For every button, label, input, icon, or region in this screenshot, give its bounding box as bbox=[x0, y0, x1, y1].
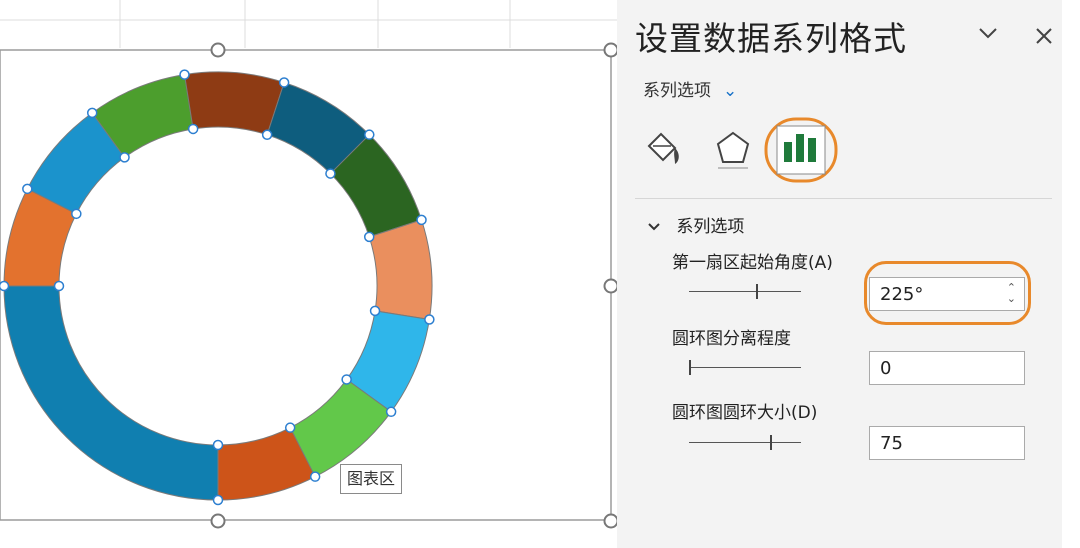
resize-handle[interactable] bbox=[210, 42, 226, 58]
slider-track bbox=[689, 367, 801, 368]
donut-explosion-spinner[interactable]: 0 bbox=[869, 351, 1025, 385]
series-options-section-header[interactable]: 系列选项 bbox=[647, 212, 744, 237]
donut-explosion-slider[interactable] bbox=[689, 358, 801, 378]
fill-line-icon[interactable] bbox=[639, 124, 691, 176]
selection-point bbox=[363, 231, 375, 243]
selection-point bbox=[119, 152, 130, 163]
resize-handle[interactable] bbox=[210, 513, 226, 529]
spreadsheet-grid bbox=[0, 0, 617, 48]
resize-handle[interactable] bbox=[603, 278, 619, 294]
slider-thumb[interactable] bbox=[689, 360, 691, 375]
selection-point bbox=[278, 77, 290, 88]
selection-point bbox=[416, 214, 427, 226]
spinner-value: 0 bbox=[880, 358, 892, 379]
pane-divider bbox=[635, 198, 1052, 199]
selection-point bbox=[325, 168, 336, 179]
resize-handle[interactable] bbox=[603, 42, 619, 58]
resize-handle[interactable] bbox=[603, 513, 619, 529]
start-angle-spinner[interactable]: 225° ⌃ ⌄ bbox=[869, 277, 1025, 311]
selection-point bbox=[261, 129, 273, 141]
spinner-value: 225° bbox=[880, 284, 924, 305]
hole-size-label: 圆环图圆环大小(D) bbox=[672, 403, 818, 423]
spinner-arrows-icon[interactable]: ⌃ ⌄ bbox=[1007, 282, 1016, 304]
chevron-down-icon bbox=[647, 217, 676, 237]
selection-point bbox=[424, 314, 435, 325]
selection-point bbox=[53, 280, 65, 292]
slider-track bbox=[689, 291, 801, 292]
dropdown-label: 系列选项 bbox=[643, 81, 711, 101]
selection-point bbox=[364, 129, 375, 140]
chevron-down-icon[interactable] bbox=[977, 22, 999, 50]
hole-size-slider[interactable] bbox=[689, 433, 801, 453]
selection-point bbox=[187, 123, 199, 135]
close-icon[interactable] bbox=[1034, 24, 1054, 52]
hole-size-spinner[interactable]: 75 bbox=[869, 426, 1025, 460]
donut-segment[interactable] bbox=[368, 219, 433, 321]
series-options-dropdown[interactable]: 系列选项 ⌄ bbox=[643, 76, 737, 101]
section-label: 系列选项 bbox=[676, 217, 745, 237]
start-angle-slider[interactable] bbox=[689, 282, 801, 302]
spinner-value: 75 bbox=[880, 433, 903, 454]
donut-segment[interactable] bbox=[183, 71, 285, 136]
donut-explosion-label: 圆环图分离程度 bbox=[672, 329, 791, 349]
effects-pentagon-icon[interactable] bbox=[707, 124, 759, 176]
selection-point bbox=[309, 471, 321, 482]
pane-title: 设置数据系列格式 bbox=[635, 19, 907, 58]
chevron-down-icon: ⌄ bbox=[723, 81, 738, 101]
slider-track bbox=[689, 442, 801, 443]
selection-point bbox=[86, 107, 98, 119]
selection-point bbox=[71, 208, 82, 220]
start-angle-label: 第一扇区起始角度(A) bbox=[672, 253, 833, 273]
selection-point bbox=[212, 439, 224, 451]
selection-point bbox=[22, 183, 33, 195]
format-data-series-pane: 设置数据系列格式 系列选项 ⌄ 系列选项 第一扇区起始角度(A) 225° ⌃ … bbox=[617, 0, 1062, 548]
selection-point bbox=[0, 280, 10, 292]
selection-point bbox=[179, 69, 190, 80]
chart-area-tooltip: 图表区 bbox=[340, 464, 403, 494]
selection-point bbox=[369, 305, 381, 317]
selection-point bbox=[385, 406, 397, 418]
series-options-bar-icon[interactable] bbox=[763, 116, 839, 184]
selection-point bbox=[212, 494, 224, 506]
slider-thumb[interactable] bbox=[755, 284, 758, 299]
selection-point bbox=[284, 422, 296, 433]
slider-thumb[interactable] bbox=[770, 435, 772, 450]
selection-point bbox=[341, 374, 352, 385]
